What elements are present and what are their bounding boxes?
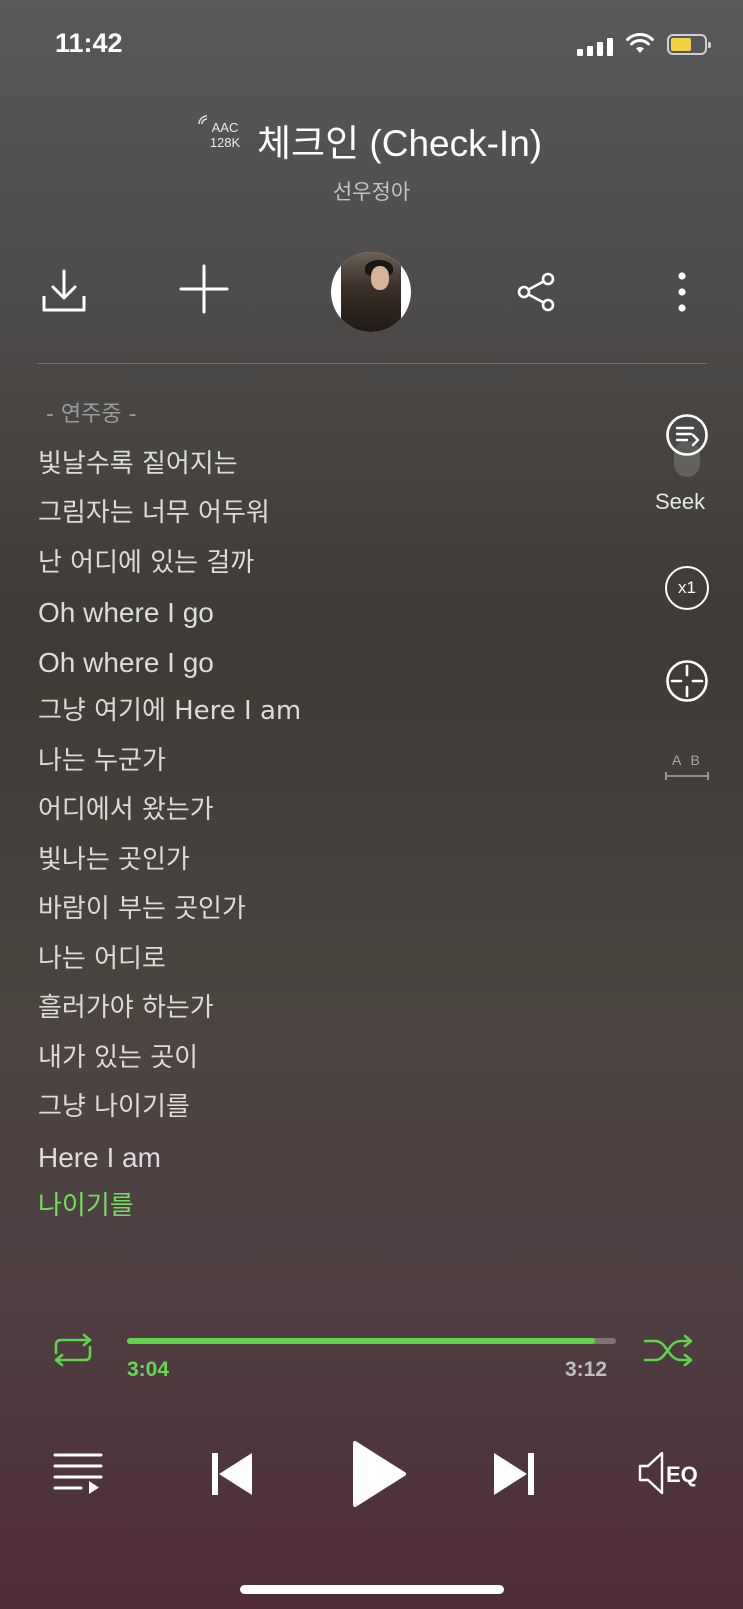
artist-name[interactable]: 선우정아 xyxy=(0,176,743,206)
lyric-line[interactable]: 나는 누군가 xyxy=(38,737,658,787)
lyric-line[interactable]: 내가 있는 곳이 xyxy=(38,1034,658,1084)
playlist-button[interactable] xyxy=(52,1450,104,1496)
lyric-line[interactable]: 그냥 여기에 Here I am xyxy=(38,687,658,737)
battery-icon xyxy=(667,34,711,55)
next-button[interactable] xyxy=(490,1449,538,1499)
duration: 3:12 xyxy=(565,1358,608,1381)
lyric-line[interactable]: 흘러가야 하는가 xyxy=(38,984,658,1034)
lyric-line[interactable]: 빛날수록 짙어지는 xyxy=(38,440,658,490)
play-icon xyxy=(353,1441,406,1507)
lyric-line[interactable]: Oh where I go xyxy=(38,638,658,688)
eq-label: EQ xyxy=(666,1462,698,1487)
progress-fill xyxy=(127,1338,596,1344)
ab-repeat-button[interactable]: A B xyxy=(662,752,712,788)
shuffle-button[interactable] xyxy=(642,1330,696,1370)
lyrics-panel[interactable]: - 연주중 - 빛날수록 짙어지는 그림자는 너무 어두워 난 어디에 있는 걸까 Oh… xyxy=(38,390,658,1232)
equalizer-button[interactable]: EQ xyxy=(638,1450,708,1496)
shuffle-icon xyxy=(643,1334,693,1367)
lyric-line[interactable]: 어디에서 왔는가 xyxy=(38,786,658,836)
download-icon xyxy=(42,269,86,312)
lyrics-scroll-button[interactable] xyxy=(665,413,711,483)
lyric-line[interactable]: 빛나는 곳인가 xyxy=(38,836,658,886)
lyric-line-current[interactable]: 나이기를 xyxy=(38,1182,658,1232)
lyric-line[interactable]: Oh where I go xyxy=(38,588,658,638)
lyrics-scroll-icon xyxy=(666,414,708,456)
sync-lyrics-button[interactable] xyxy=(664,658,710,704)
current-time: 3:04 xyxy=(127,1358,170,1381)
codec-bitrate: 128K xyxy=(209,135,241,150)
previous-button[interactable] xyxy=(208,1449,256,1499)
share-button[interactable] xyxy=(512,268,560,316)
next-icon xyxy=(494,1453,534,1495)
play-button[interactable] xyxy=(350,1438,408,1510)
playback-speed-button[interactable]: x1 xyxy=(665,566,709,610)
eq-icon: EQ xyxy=(638,1451,698,1495)
add-icon xyxy=(179,264,229,314)
divider xyxy=(37,363,707,364)
ab-range-icon xyxy=(665,772,709,780)
progress-bar[interactable] xyxy=(127,1338,616,1344)
lyric-line[interactable]: 나는 어디로 xyxy=(38,935,658,985)
repeat-button[interactable] xyxy=(46,1330,100,1370)
home-indicator[interactable] xyxy=(240,1585,504,1594)
lyric-line[interactable]: 바람이 부는 곳인가 xyxy=(38,885,658,935)
lyric-line[interactable]: Here I am xyxy=(38,1133,658,1183)
repeat-icon xyxy=(54,1333,92,1367)
previous-icon xyxy=(212,1453,252,1495)
artist-avatar[interactable] xyxy=(331,252,411,332)
lyric-line[interactable]: - 연주중 - xyxy=(38,390,658,440)
song-title: 체크인 (Check-In) xyxy=(257,123,543,164)
download-button[interactable] xyxy=(38,264,90,316)
codec-format: AAC xyxy=(211,120,239,135)
share-icon xyxy=(517,272,555,312)
lyric-line[interactable]: 그냥 나이기를 xyxy=(38,1083,658,1133)
lyric-line[interactable]: 난 어디에 있는 걸까 xyxy=(38,539,658,589)
status-time: 11:42 xyxy=(55,28,123,58)
ab-label: A B xyxy=(672,752,703,768)
cellular-icon xyxy=(577,38,613,56)
more-options-button[interactable] xyxy=(668,268,696,316)
wifi-icon xyxy=(626,33,654,53)
target-icon xyxy=(666,660,708,702)
more-icon xyxy=(678,272,686,312)
speed-label: x1 xyxy=(678,578,696,597)
add-to-playlist-button[interactable] xyxy=(178,263,230,315)
seek-label: Seek xyxy=(655,489,706,514)
playlist-icon xyxy=(53,1453,103,1494)
codec-badge: AAC 128K xyxy=(205,120,245,150)
lyric-line[interactable]: 그림자는 너무 어두워 xyxy=(38,489,658,539)
